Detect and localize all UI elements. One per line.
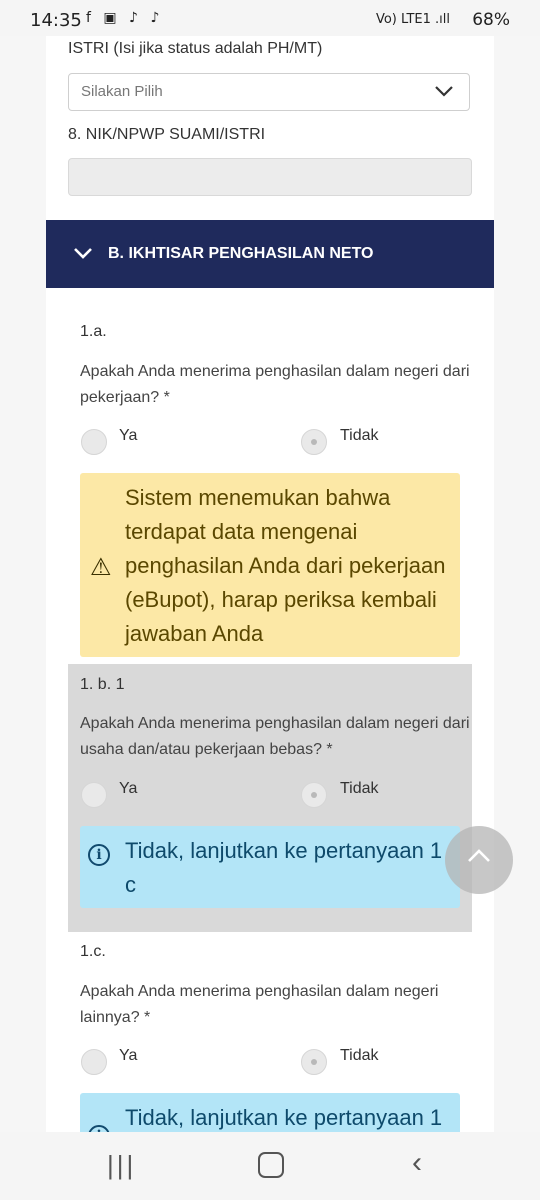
radio-yes[interactable]	[81, 1049, 107, 1075]
notification-icons: f ▣ ♪ ♪	[86, 10, 164, 26]
question-text: Apakah Anda menerima penghasilan dalam n…	[80, 363, 470, 406]
recents-icon[interactable]: |||	[107, 1150, 136, 1181]
warning-text: Sistem menemukan bahwa terdapat data men…	[125, 485, 446, 646]
question-text: Apakah Anda menerima penghasilan dalam n…	[80, 715, 470, 758]
question-code: 1.a.	[80, 323, 107, 340]
status-time: 14:35	[30, 10, 82, 31]
nik-input	[68, 158, 472, 196]
section-b-header[interactable]: B. IKHTISAR PENGHASILAN NETO	[46, 220, 494, 288]
radio-no[interactable]	[301, 1049, 327, 1075]
section-title: B. IKHTISAR PENGHASILAN NETO	[108, 245, 374, 262]
radio-yes[interactable]	[81, 429, 107, 455]
info-text: Tidak, lanjutkan ke pertanyaan 1 c	[125, 838, 443, 897]
radio-no-label: Tidak	[340, 780, 379, 797]
info-icon: i	[88, 1125, 110, 1132]
warning-icon: ⚠	[90, 554, 112, 581]
radio-no[interactable]	[301, 429, 327, 455]
question-text: Apakah Anda menerima penghasilan dalam n…	[80, 983, 439, 1026]
spouse-status-label: ISTRI (Isi jika status adalah PH/MT)	[68, 40, 323, 57]
battery-level: 68%	[472, 10, 510, 30]
select-placeholder: Silakan Pilih	[81, 83, 163, 100]
signal-icon: Vo) LTE1 .ıll	[375, 12, 450, 27]
info-alert: i Tidak, lanjutkan ke pertanyaan 1	[80, 1093, 460, 1132]
scroll-to-top-button[interactable]	[445, 826, 513, 894]
question-code: 1. b. 1	[80, 676, 125, 693]
info-icon: i	[88, 844, 110, 866]
question-code: 1.c.	[80, 943, 106, 960]
radio-no[interactable]	[301, 782, 327, 808]
chevron-down-icon	[433, 80, 455, 107]
radio-yes-label: Ya	[119, 1047, 138, 1064]
info-text: Tidak, lanjutkan ke pertanyaan 1	[125, 1105, 443, 1130]
radio-no-label: Tidak	[340, 1047, 379, 1064]
chevron-down-icon	[72, 242, 94, 270]
radio-yes-label: Ya	[119, 780, 138, 797]
info-alert: i Tidak, lanjutkan ke pertanyaan 1 c	[80, 826, 460, 908]
radio-yes[interactable]	[81, 782, 107, 808]
nik-label: 8. NIK/NPWP SUAMI/ISTRI	[68, 126, 266, 143]
radio-yes-label: Ya	[119, 427, 138, 444]
system-nav-bar: ||| ‹	[0, 1132, 540, 1200]
back-icon[interactable]: ‹	[412, 1146, 422, 1180]
warning-alert: ⚠ Sistem menemukan bahwa terdapat data m…	[80, 473, 460, 657]
home-icon[interactable]	[258, 1152, 284, 1178]
chevron-up-icon	[465, 842, 493, 877]
spouse-select[interactable]: Silakan Pilih	[68, 73, 470, 111]
radio-no-label: Tidak	[340, 427, 379, 444]
status-bar: 14:35 f ▣ ♪ ♪ Vo) LTE1 .ıll 68%	[0, 0, 540, 36]
page-content[interactable]: ISTRI (Isi jika status adalah PH/MT) Sil…	[0, 36, 540, 1132]
